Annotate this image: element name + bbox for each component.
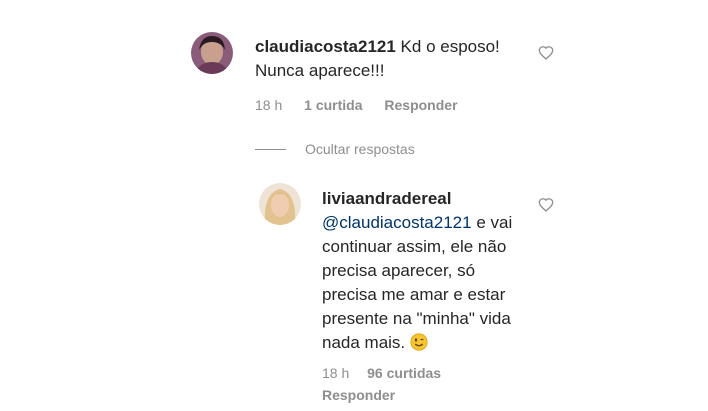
reply-text: liviaandradereal @claudiacosta2121 e vai… — [322, 187, 532, 355]
comment-time: 18 h — [255, 97, 283, 113]
reply-username[interactable]: liviaandradereal — [322, 189, 451, 208]
reply-body-line4: precisa me amar e estar — [322, 285, 506, 304]
reply-comment: liviaandradereal @claudiacosta2121 e vai… — [0, 170, 708, 403]
comment: claudiacosta2121 Kd o esposo! Nunca apar… — [0, 0, 708, 130]
reply-button[interactable]: Responder — [384, 97, 457, 113]
hide-replies-button[interactable]: Ocultar respostas — [305, 141, 415, 157]
winking-face-emoji-icon — [410, 333, 428, 351]
mention-link[interactable]: @claudiacosta2121 — [322, 213, 472, 232]
reply-body-line5: presente na "minha" vida — [322, 309, 511, 328]
reply-button[interactable]: Responder — [322, 387, 395, 403]
user-photo-icon — [259, 183, 301, 225]
comment-username[interactable]: claudiacosta2121 — [255, 37, 396, 56]
avatar[interactable] — [191, 32, 233, 74]
comment-body-line2: Nunca aparece!!! — [255, 61, 385, 80]
likes-count[interactable]: 1 curtida — [304, 97, 362, 113]
comment-text: claudiacosta2121 Kd o esposo! Nunca apar… — [255, 35, 515, 83]
reply-body-line2: continuar assim, ele não — [322, 237, 507, 256]
reply-meta: 18 h 96 curtidas Responder — [322, 362, 441, 406]
reply-body-line3: precisa aparecer, só — [322, 261, 476, 280]
avatar[interactable] — [259, 183, 301, 225]
reply-time: 18 h — [322, 365, 350, 381]
reply-body-line6: nada mais. — [322, 333, 406, 352]
heart-icon[interactable] — [538, 45, 554, 61]
reply-body-line1: e vai — [471, 213, 513, 232]
divider-line — [255, 149, 286, 150]
heart-icon[interactable] — [538, 197, 554, 213]
comment-body-line1: Kd o esposo! — [400, 37, 500, 56]
user-photo-icon — [191, 32, 233, 74]
comment-meta: 18 h 1 curtida Responder — [255, 97, 458, 113]
likes-count[interactable]: 96 curtidas — [367, 365, 441, 381]
